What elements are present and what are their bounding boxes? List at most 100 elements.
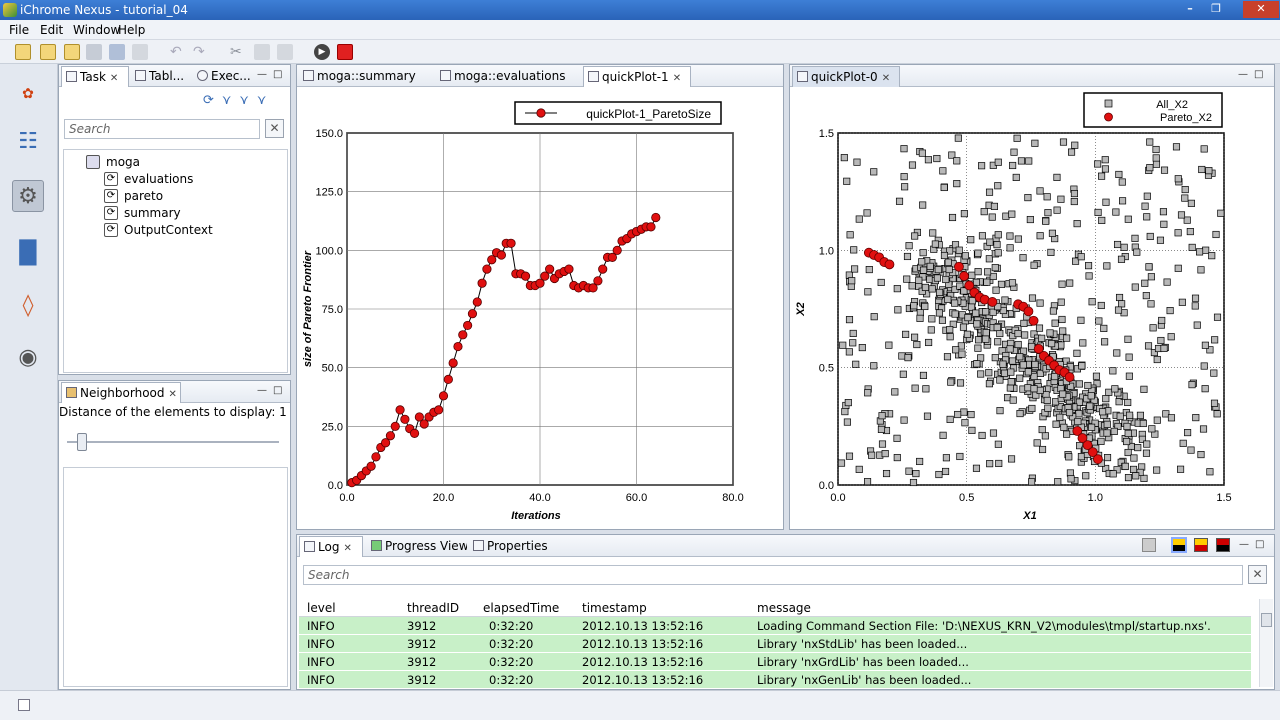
print-icon[interactable] [132,44,148,60]
filter-error-icon[interactable] [1216,538,1230,552]
minimize-maximize-icon[interactable]: —□ [1239,539,1270,550]
close-icon[interactable]: ✕ [1243,1,1279,18]
all-x2-point [1123,422,1131,430]
all-x2-point [891,388,899,396]
all-x2-point [1143,192,1151,200]
maximize-icon[interactable]: ❐ [1204,1,1228,18]
save-all-icon[interactable] [109,44,125,60]
task-toolbar-icons[interactable]: ⟳⋎⋎⋎ [203,93,274,108]
column-threadid[interactable]: threadID [407,599,459,617]
column-message[interactable]: message [757,599,811,617]
menu-edit[interactable]: Edit [40,23,63,37]
bar-chart-icon[interactable]: █ [12,238,44,270]
hierarchy-icon[interactable]: ☷ [12,126,44,158]
all-x2-point [931,240,939,248]
gear-icon[interactable]: ⚙ [12,180,44,212]
all-x2-point [1141,279,1149,287]
tree-item-evaluations[interactable]: ⟳ evaluations [104,171,193,187]
menu-help[interactable]: Help [118,23,145,37]
log-cell-threadid: 3912 [407,673,437,687]
data-point [598,264,608,274]
tree-item-moga[interactable]: moga [86,154,140,170]
x-tick-label: 1.5 [1216,492,1231,504]
minimize-icon[interactable]: – [1178,1,1202,18]
close-icon[interactable]: ✕ [169,389,177,400]
close-icon[interactable]: ✕ [673,73,681,84]
menu-file[interactable]: File [9,23,29,37]
stop-icon[interactable] [337,44,353,60]
layers-icon[interactable]: ◊ [12,290,44,322]
cut-icon[interactable]: ✂ [230,44,246,60]
all-x2-point [952,346,960,354]
x1-x2-scatter-chart[interactable]: 0.0 0.5 1.0 1.5 0.0 0.5 1.0 1.5 X1 X2 All_X2Pareto… [790,87,1274,529]
tab-properties[interactable]: Properties [469,536,551,557]
distance-slider-track[interactable] [67,441,279,443]
tab-log[interactable]: Log ✕ [299,536,363,557]
task-search-input[interactable]: Search [64,119,260,139]
log-row[interactable]: INFO 3912 0:32:20 2012.10.13 13:52:16 Librar… [299,635,1251,653]
app-logo-icon[interactable]: ✿ [12,78,44,110]
copy-icon[interactable] [254,44,270,60]
column-timestamp[interactable]: timestamp [582,599,647,617]
new-folder-icon[interactable] [40,44,56,60]
log-row[interactable]: INFO 3912 0:32:20 2012.10.13 13:52:16 Librar… [299,671,1251,689]
tab-exec[interactable]: Exec... [193,66,253,87]
all-x2-point [1066,279,1074,287]
tab-quickplot-1[interactable]: quickPlot-1 ✕ [583,66,691,87]
editor-tabstrip: moga::summary moga::evaluations quickPlo… [297,65,783,87]
clear-icon[interactable]: ✕ [265,119,284,138]
pareto-size-chart[interactable]: 0.0 20.0 40.0 60.0 80.0 0.0 25.0 50.0 75.0 100.0 1… [297,87,783,529]
all-x2-point [972,309,980,317]
all-x2-point [1120,243,1128,251]
window-title-bar[interactable]: iChrome Nexus - tutorial_04 [0,0,1280,20]
filter-info-icon[interactable] [1171,537,1187,553]
all-x2-point [1118,300,1126,308]
paste-icon[interactable] [277,44,293,60]
all-x2-point [911,333,919,341]
minimize-maximize-icon[interactable]: —□ [257,69,288,80]
tab-task[interactable]: Task ✕ [61,66,129,87]
log-row[interactable]: INFO 3912 0:32:20 2012.10.13 13:52:16 Librar… [299,653,1251,671]
log-row[interactable]: INFO 3912 0:32:20 2012.10.13 13:52:16 Loadin… [299,617,1251,635]
filter-warning-icon[interactable] [1194,538,1208,552]
all-x2-point [1019,254,1027,262]
close-icon[interactable]: ✕ [343,543,351,554]
redo-icon[interactable]: ↷ [193,44,209,60]
all-x2-point [1146,232,1154,241]
all-x2-point [982,329,990,337]
fast-view-icon[interactable] [18,699,30,711]
new-file-icon[interactable] [15,44,31,60]
all-x2-point [1102,395,1110,403]
menu-window[interactable]: Window [73,23,120,37]
distance-slider-thumb[interactable] [77,433,87,451]
log-search-input[interactable]: Search [303,565,1243,585]
tree-item-summary[interactable]: ⟳ summary [104,205,181,221]
column-level[interactable]: level [307,599,336,617]
tab-table[interactable]: Tabl... [131,66,189,87]
all-x2-point [1187,199,1195,207]
all-x2-point [894,306,902,314]
tab-neighborhood[interactable]: Neighborhood ✕ [61,382,181,403]
minimize-maximize-icon[interactable]: —□ [257,385,288,396]
column-elapsedtime[interactable]: elapsedTime [483,599,559,617]
neighborhood-icon [66,387,77,398]
save-icon[interactable] [86,44,102,60]
tab-moga-summary[interactable]: moga::summary [299,66,431,87]
tab-quickplot-0[interactable]: quickPlot-0 ✕ [792,66,900,87]
cow-icon[interactable]: ◉ [12,342,44,374]
log-scrollbar[interactable] [1259,599,1273,687]
minimize-maximize-icon[interactable]: —□ [1238,69,1269,80]
all-x2-point [1188,381,1196,389]
undo-icon[interactable]: ↶ [170,44,186,60]
all-x2-point [929,229,937,237]
clear-icon[interactable]: ✕ [1248,565,1267,584]
tab-progress-view[interactable]: Progress View [367,536,467,557]
tree-item-pareto[interactable]: ⟳ pareto [104,188,163,204]
close-icon[interactable]: ✕ [882,73,890,84]
tree-item-outputcontext[interactable]: ⟳ OutputContext [104,222,213,238]
close-icon[interactable]: ✕ [110,73,118,84]
tab-moga-evaluations[interactable]: moga::evaluations [436,66,578,87]
run-icon[interactable]: ▶ [314,44,330,60]
open-icon[interactable] [64,44,80,60]
clear-log-icon[interactable] [1142,538,1156,552]
